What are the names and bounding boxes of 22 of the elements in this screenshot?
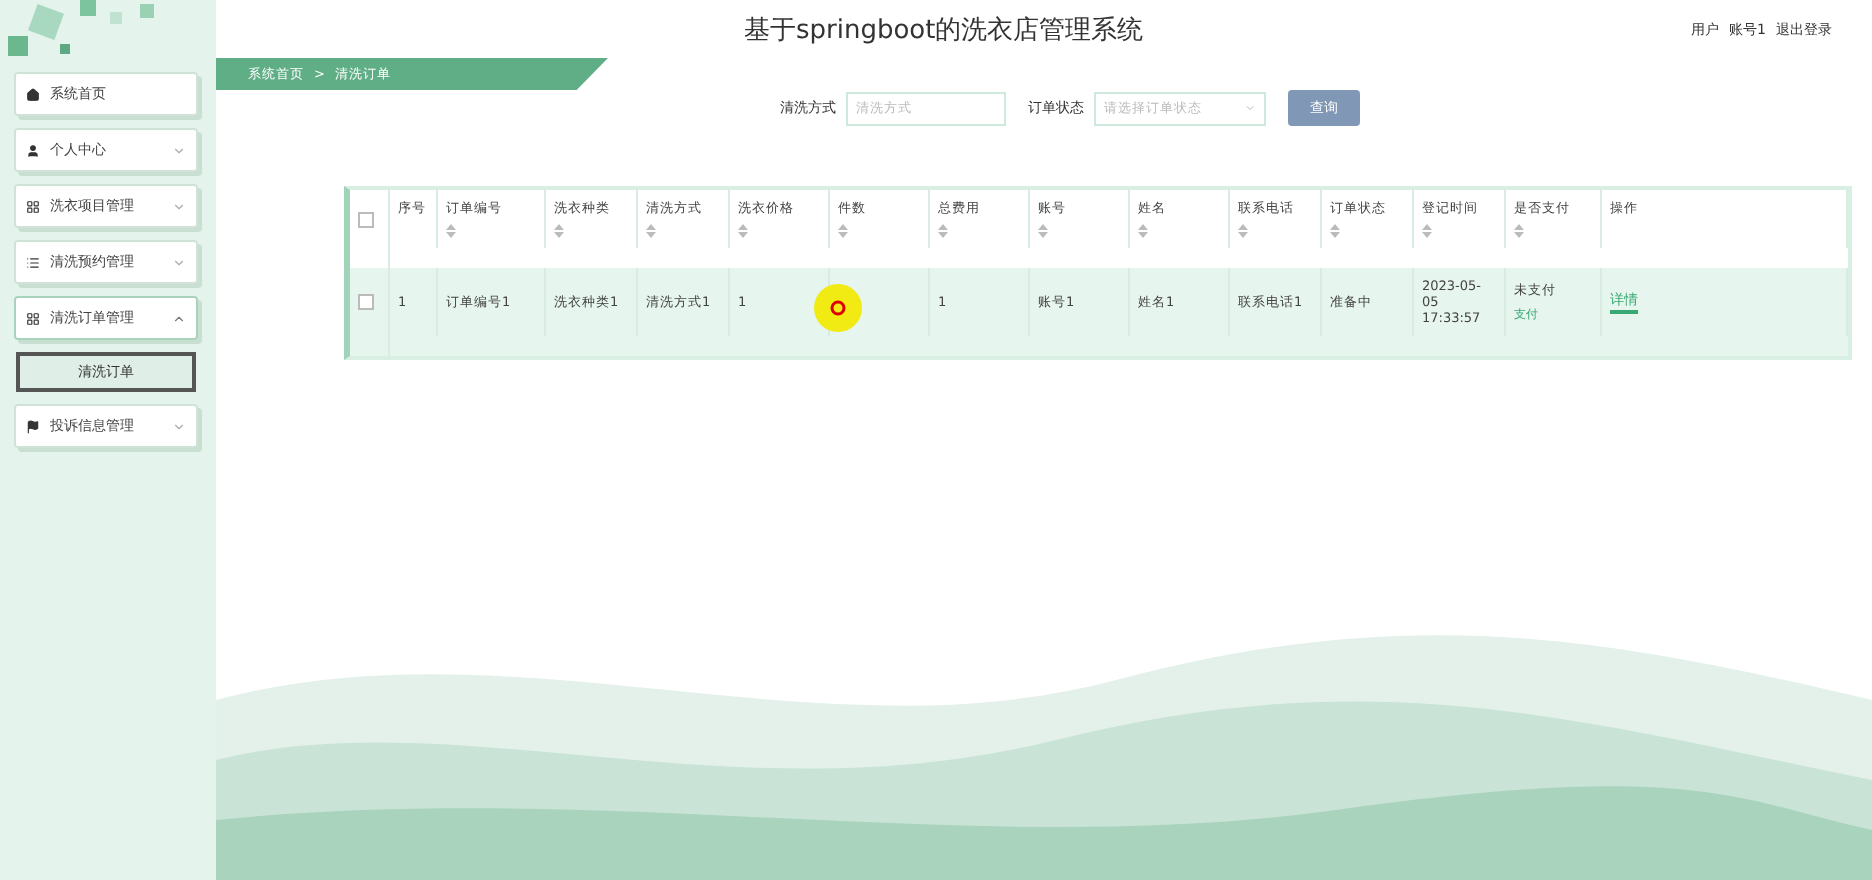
sort-icon[interactable]	[838, 224, 848, 238]
home-icon	[26, 87, 40, 101]
sort-icon[interactable]	[1514, 224, 1524, 238]
grid-icon	[26, 311, 40, 325]
page-title: 基于springboot的洗衣店管理系统	[744, 14, 1144, 48]
sort-icon[interactable]	[1238, 224, 1248, 238]
sort-icon[interactable]	[1038, 224, 1048, 238]
sort-icon[interactable]	[554, 224, 564, 238]
user-icon	[26, 143, 40, 157]
sort-icon[interactable]	[1330, 224, 1340, 238]
sort-icon[interactable]	[646, 224, 656, 238]
grid-icon	[26, 199, 40, 213]
sort-icon[interactable]	[1138, 224, 1148, 238]
checkbox[interactable]	[358, 294, 374, 310]
sort-icon[interactable]	[938, 224, 948, 238]
sort-icon[interactable]	[1422, 224, 1432, 238]
flag-icon	[26, 419, 40, 433]
checkbox[interactable]	[358, 211, 374, 227]
list-icon	[26, 255, 40, 269]
chevron-down-icon	[1244, 102, 1256, 114]
sort-icon[interactable]	[738, 224, 748, 238]
sort-icon[interactable]	[446, 224, 456, 238]
